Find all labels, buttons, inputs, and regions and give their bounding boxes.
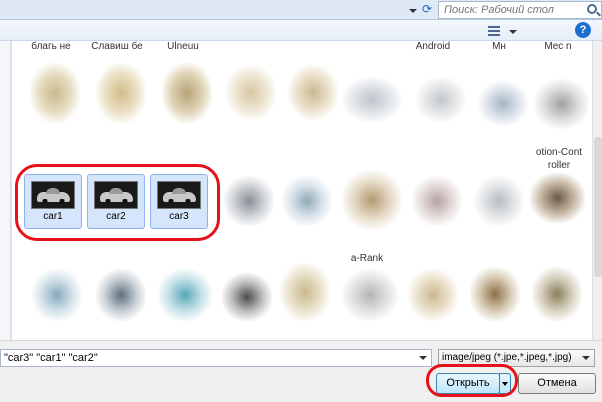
file-thumbnail[interactable] [342, 269, 398, 321]
address-dropdown-icon[interactable] [405, 2, 419, 17]
file-thumbnail[interactable] [478, 81, 528, 126]
file-thumbnail[interactable] [280, 263, 330, 321]
file-thumbnail[interactable] [474, 176, 524, 226]
file-thumbnail[interactable] [534, 79, 589, 129]
file-label: Мн [492, 41, 506, 52]
file-thumbnail[interactable] [282, 176, 332, 226]
filename-input[interactable] [1, 350, 411, 366]
file-thumbnail[interactable] [470, 267, 520, 321]
file-thumbnail[interactable] [408, 269, 458, 321]
file-thumbnail[interactable] [226, 65, 276, 120]
search-input[interactable] [439, 2, 579, 18]
file-thumbnail[interactable] [288, 65, 338, 120]
vertical-scrollbar[interactable] [592, 41, 602, 340]
search-icon[interactable] [587, 4, 597, 14]
file-thumbnail[interactable] [162, 63, 212, 123]
view-options-icon[interactable] [486, 24, 502, 37]
file-thumbnail[interactable] [532, 267, 582, 321]
filename-field[interactable] [0, 349, 432, 367]
open-button-highlight-annotation [426, 364, 518, 397]
scrollbar-thumb[interactable] [594, 137, 602, 277]
file-label: Android [415, 41, 451, 52]
filetype-value: image/jpeg (*.jpe,*.jpeg,*.jpg) [442, 352, 572, 363]
refresh-icon[interactable]: ⟳ [420, 2, 434, 17]
file-label: otion-Cont [535, 147, 583, 158]
navigation-pane-edge[interactable] [0, 41, 11, 340]
file-thumbnail[interactable] [224, 176, 274, 226]
file-label: a-Rank [350, 253, 384, 264]
file-thumbnail[interactable] [96, 269, 146, 321]
file-thumbnail[interactable] [342, 77, 402, 122]
toolbar: ? [0, 20, 602, 41]
file-thumbnail[interactable] [530, 173, 585, 223]
file-thumbnail[interactable] [96, 63, 146, 123]
filetype-dropdown-icon[interactable] [580, 350, 592, 366]
cancel-button[interactable]: Отмена [518, 373, 596, 394]
file-thumbnail[interactable] [412, 176, 462, 226]
file-thumbnail[interactable] [30, 63, 80, 123]
file-label: Mec n [544, 41, 572, 52]
file-label: roller [547, 160, 571, 171]
file-thumbnail[interactable] [416, 77, 466, 122]
selection-highlight-annotation [15, 164, 220, 241]
file-thumbnail[interactable] [158, 269, 212, 321]
address-bar: ⟳ [0, 0, 602, 20]
file-thumbnail[interactable] [342, 171, 402, 229]
view-dropdown-icon[interactable] [505, 23, 519, 38]
file-label: Славиш бе [91, 41, 143, 52]
file-label: Ulneuu [167, 41, 199, 52]
help-icon[interactable]: ? [575, 22, 591, 38]
file-thumbnail[interactable] [32, 269, 82, 321]
file-thumbnail[interactable] [222, 273, 272, 321]
search-box[interactable] [438, 1, 602, 19]
filename-dropdown-icon[interactable] [415, 350, 431, 366]
top-row-labels: благь не Славиш бе Ulneuu Android Мн Mec… [12, 41, 592, 55]
file-label: благь не [31, 41, 71, 52]
